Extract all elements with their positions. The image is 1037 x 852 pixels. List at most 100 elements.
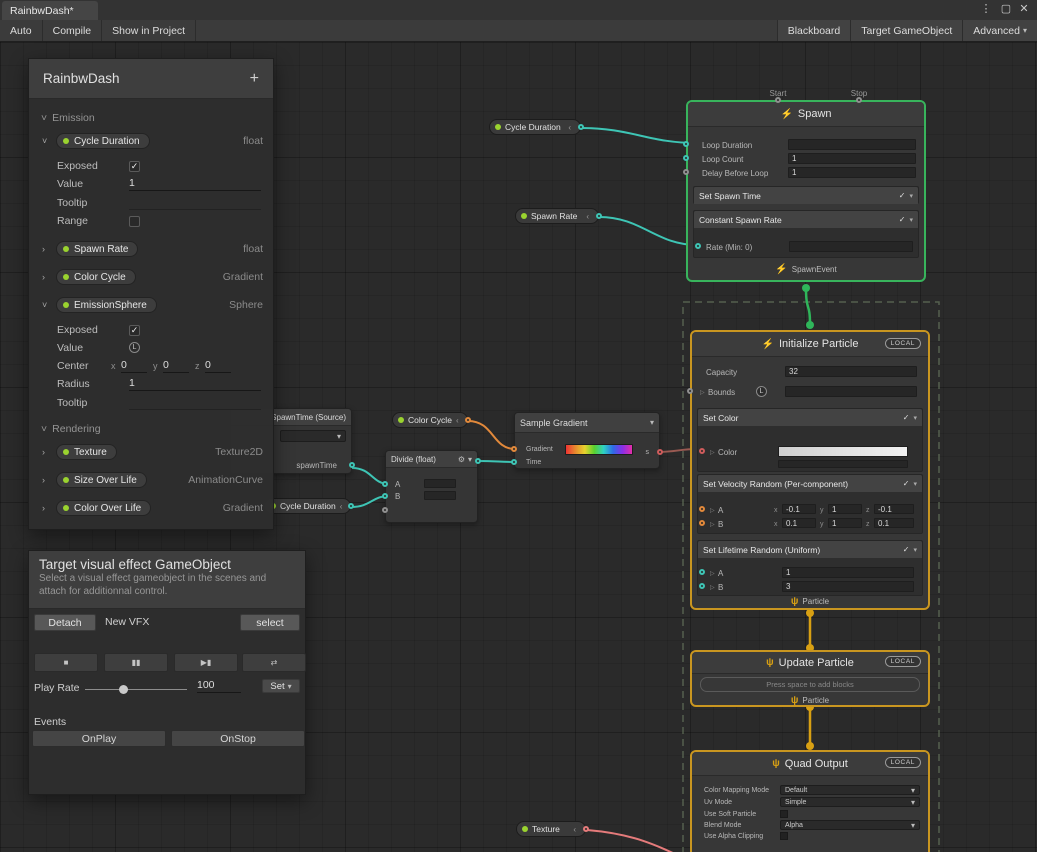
sample-gradient-input-port[interactable] [511,446,517,452]
velocity-b-y-field[interactable]: 1 [828,518,862,528]
divide-a-field[interactable] [424,479,456,488]
check-icon[interactable]: ✓ [903,413,910,422]
loop-duration-field[interactable] [788,139,916,150]
velocity-a-port[interactable] [699,506,705,512]
color-mapping-mode-dropdown[interactable]: Default ▾ [780,785,920,795]
tooltip-field[interactable] [129,196,261,210]
spawn-rate-output-port[interactable] [596,213,602,219]
texture-output-port[interactable] [583,826,589,832]
restart-button[interactable]: ⇄ [242,653,306,672]
spawntime-source-dropdown[interactable]: ▾ [280,430,346,442]
loop-duration-port[interactable] [683,141,689,147]
value-field[interactable]: 1 [129,177,261,191]
collapse-icon[interactable]: ‹ [568,123,571,132]
close-icon[interactable]: ✕ [1017,2,1031,15]
param-row-cycle-duration[interactable]: ˅ Cycle Duration float [29,132,273,150]
bounds-field[interactable] [785,386,917,397]
foldout-closed-icon[interactable]: › [42,272,45,282]
rate-field[interactable] [789,241,913,252]
set-color-block[interactable]: Set Color ✓ ▾ ▷ Color [697,408,923,472]
constant-spawn-rate-block[interactable]: Constant Spawn Rate ✓ ▾ Rate (Min: 0) [693,210,919,258]
step-button[interactable]: ▶▮ [174,653,238,672]
divide-a-port[interactable] [382,481,388,487]
center-z-field[interactable]: 0 [205,359,231,373]
velocity-b-x-field[interactable]: 0.1 [782,518,816,528]
select-button[interactable]: select [240,614,300,631]
collapse-icon[interactable]: ‹ [456,416,459,425]
section-emission[interactable]: ˅ Emission [29,109,273,127]
chevron-down-icon[interactable]: ▾ [909,216,913,224]
param-row-texture[interactable]: › Texture Texture2D [29,443,273,461]
lifetime-b-port[interactable] [699,583,705,589]
divide-operator-node[interactable]: Divide (float) ⚙ ▾ A B [385,450,478,523]
cycle-duration-output-port[interactable] [578,124,584,130]
stop-button[interactable]: ■ [34,653,98,672]
uv-mode-dropdown[interactable]: Simple ▾ [780,797,920,807]
onplay-button[interactable]: OnPlay [32,730,166,747]
set-spawn-time-block[interactable]: Set Spawn Time ✓ ▾ [693,186,919,204]
divide-output-port[interactable] [475,458,481,464]
radius-field[interactable]: 1 [129,377,261,391]
set-spawn-time-header[interactable]: Set Spawn Time ✓ ▾ [694,187,918,204]
add-blocks-placeholder[interactable]: Press space to add blocks [700,677,920,692]
quad-output-node[interactable]: ψ Quad Output LOCAL Color Mapping Mode D… [690,750,930,852]
color-gradient-field[interactable] [778,446,908,457]
advanced-dropdown-button[interactable]: Advanced ▾ [962,20,1037,41]
foldout-open-icon[interactable]: ˅ [42,136,47,146]
rate-port[interactable] [695,243,701,249]
capacity-field[interactable]: 32 [785,366,917,377]
lifetime-b-field[interactable]: 3 [782,581,914,592]
maximize-icon[interactable]: ▢ [999,2,1013,15]
divide-b-field[interactable] [424,491,456,500]
exposed-checkbox[interactable]: ✓ [129,325,140,336]
collapse-icon[interactable]: ‹ [586,212,589,221]
gradient-preview[interactable] [565,444,633,455]
play-rate-slider-track[interactable] [85,689,187,690]
param-row-color-over-life[interactable]: › Color Over Life Gradient [29,499,273,517]
sample-output-port[interactable] [657,449,663,455]
section-rendering[interactable]: ˅ Rendering [29,420,273,438]
sample-gradient-node[interactable]: Sample Gradient ▾ Gradient Time s [514,412,660,469]
use-soft-particle-checkbox[interactable] [780,810,788,818]
param-node-spawn-rate[interactable]: Spawn Rate ‹ [515,208,599,224]
initialize-particle-node[interactable]: ⚡ Initialize Particle LOCAL Capacity 32 … [690,330,930,610]
param-row-size-over-life[interactable]: › Size Over Life AnimationCurve [29,471,273,489]
foldout-closed-icon[interactable]: › [42,475,45,485]
divide-b-port[interactable] [382,493,388,499]
velocity-a-x-field[interactable]: -0.1 [782,504,816,514]
center-y-field[interactable]: 0 [163,359,189,373]
kebab-menu-icon[interactable]: ⋮ [979,2,993,15]
foldout-closed-icon[interactable]: › [42,503,45,513]
collapse-icon[interactable]: ‹ [340,502,343,511]
color-alpha-field[interactable] [778,460,908,468]
check-icon[interactable]: ✓ [903,545,910,554]
spawntime-output-port[interactable] [349,462,355,468]
delay-before-loop-field[interactable]: 1 [788,167,916,178]
set-lifetime-header[interactable]: Set Lifetime Random (Uniform) ✓ ▾ [698,541,922,558]
color-cycle-output-port[interactable] [465,417,471,423]
set-play-rate-button[interactable]: Set ▾ [262,679,300,693]
loop-count-port[interactable] [683,155,689,161]
param-node-texture[interactable]: Texture ‹ [516,821,586,837]
collapse-icon[interactable]: ‹ [573,825,576,834]
tooltip-field[interactable] [129,396,261,410]
lifetime-a-port[interactable] [699,569,705,575]
use-alpha-clipping-checkbox[interactable] [780,832,788,840]
foldout-closed-icon[interactable]: › [42,447,45,457]
chevron-down-icon[interactable]: ▾ [913,546,917,554]
set-velocity-random-block[interactable]: Set Velocity Random (Per-component) ✓ ▾ … [697,474,923,534]
update-particle-node[interactable]: ψ Update Particle LOCAL Press space to a… [690,650,930,707]
foldout-open-icon[interactable]: ˅ [42,300,47,310]
chevron-down-icon[interactable]: ▾ [909,192,913,200]
blackboard-toggle-button[interactable]: Blackboard [777,20,851,41]
blend-mode-dropdown[interactable]: Alpha ▾ [780,820,920,830]
check-icon[interactable]: ✓ [899,215,906,224]
compile-button[interactable]: Compile [43,20,103,41]
target-gameobject-toggle-button[interactable]: Target GameObject [850,20,962,41]
bounds-port[interactable] [687,388,693,394]
loop-count-field[interactable]: 1 [788,153,916,164]
param-row-emission-sphere[interactable]: ˅ EmissionSphere Sphere [29,296,273,314]
velocity-b-port[interactable] [699,520,705,526]
set-lifetime-random-block[interactable]: Set Lifetime Random (Uniform) ✓ ▾ ▷ A 1 … [697,540,923,596]
check-icon[interactable]: ✓ [903,479,910,488]
